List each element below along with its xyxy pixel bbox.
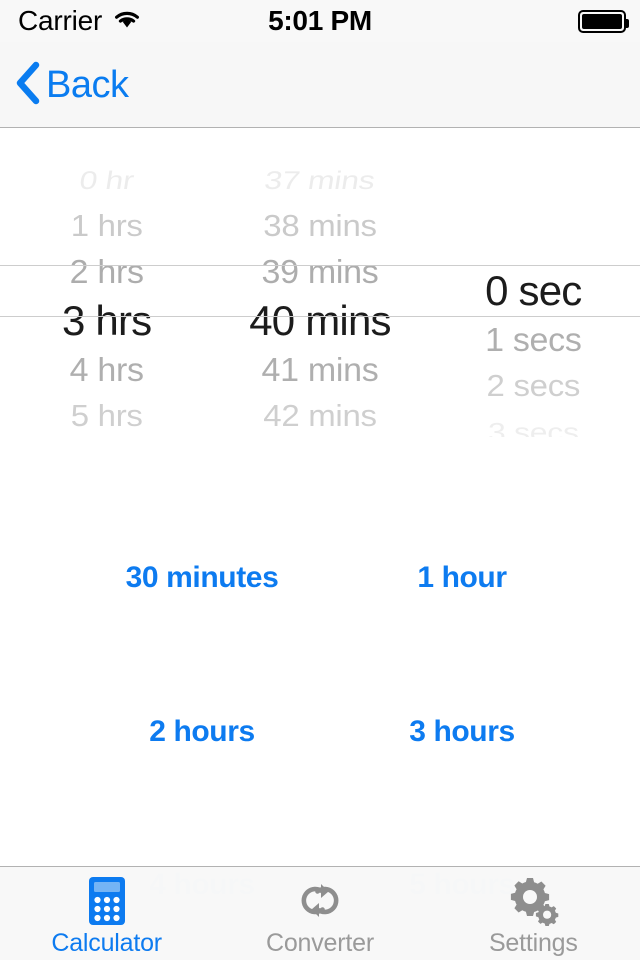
picker-row[interactable]: 41 mins <box>213 347 426 392</box>
tab-calculator-label: Calculator <box>51 929 162 957</box>
picker-row[interactable]: 37 mins <box>211 162 430 199</box>
picker-column-minutes[interactable]: 37 mins 38 mins 39 mins 40 mins 41 mins … <box>213 129 426 437</box>
navigation-bar: Back <box>0 42 640 128</box>
picker-selected-seconds[interactable]: 0 sec <box>427 265 640 317</box>
picker-column-hours[interactable]: 0 hr 1 hrs 2 hrs 3 hrs 4 hrs 5 hrs 6 hrs <box>0 129 213 437</box>
picker-row[interactable]: 5 hrs <box>0 395 213 437</box>
calculator-icon <box>81 875 133 927</box>
convert-arrows-icon <box>294 875 346 927</box>
gears-icon <box>507 875 559 927</box>
picker-row[interactable]: 2 hrs <box>0 249 213 294</box>
status-bar-clock: 5:01 PM <box>268 5 372 36</box>
duration-picker[interactable]: 0 hr 1 hrs 2 hrs 3 hrs 4 hrs 5 hrs 6 hrs… <box>0 129 640 437</box>
tab-converter-label: Converter <box>266 929 374 957</box>
picker-columns: 0 hr 1 hrs 2 hrs 3 hrs 4 hrs 5 hrs 6 hrs… <box>0 129 640 437</box>
picker-row[interactable]: 38 mins <box>213 205 426 247</box>
picker-row[interactable]: 39 mins <box>213 249 426 294</box>
tab-settings[interactable]: Settings <box>427 867 640 960</box>
back-button[interactable]: Back <box>14 42 129 128</box>
picker-row[interactable]: 4 hrs <box>0 347 213 392</box>
tab-settings-label: Settings <box>488 929 578 957</box>
picker-row[interactable]: 0 hr <box>0 162 216 199</box>
picker-row[interactable]: 2 secs <box>427 365 640 407</box>
picker-row[interactable]: 42 mins <box>213 395 426 437</box>
status-bar-right <box>578 0 629 42</box>
picker-row[interactable]: 3 secs <box>427 414 640 437</box>
picker-row[interactable]: 1 hrs <box>0 205 213 247</box>
tab-calculator[interactable]: Calculator <box>0 867 213 960</box>
picker-column-seconds[interactable]: 0 sec 1 secs 2 secs 3 secs <box>427 129 640 437</box>
quick-button-3-hours[interactable]: 3 hours <box>302 709 622 755</box>
picker-selected-hours[interactable]: 3 hrs <box>0 295 213 347</box>
back-button-label: Back <box>46 64 129 106</box>
tab-bar: Calculator Converter Settings <box>0 866 640 960</box>
chevron-left-icon <box>14 61 40 110</box>
picker-selected-minutes[interactable]: 40 mins <box>213 295 426 347</box>
tab-converter[interactable]: Converter <box>213 867 426 960</box>
quick-select-buttons: 30 minutes 1 hour 2 hours 3 hours 4 hour… <box>0 437 640 901</box>
battery-full-icon <box>578 9 629 33</box>
app-root: Carrier 5:01 PM Back 0 hr 1 hrs 2 hrs 3 … <box>0 0 640 960</box>
picker-row[interactable]: 1 secs <box>427 317 640 362</box>
quick-button-1-hour[interactable]: 1 hour <box>302 555 622 601</box>
status-bar: Carrier 5:01 PM <box>0 0 640 42</box>
